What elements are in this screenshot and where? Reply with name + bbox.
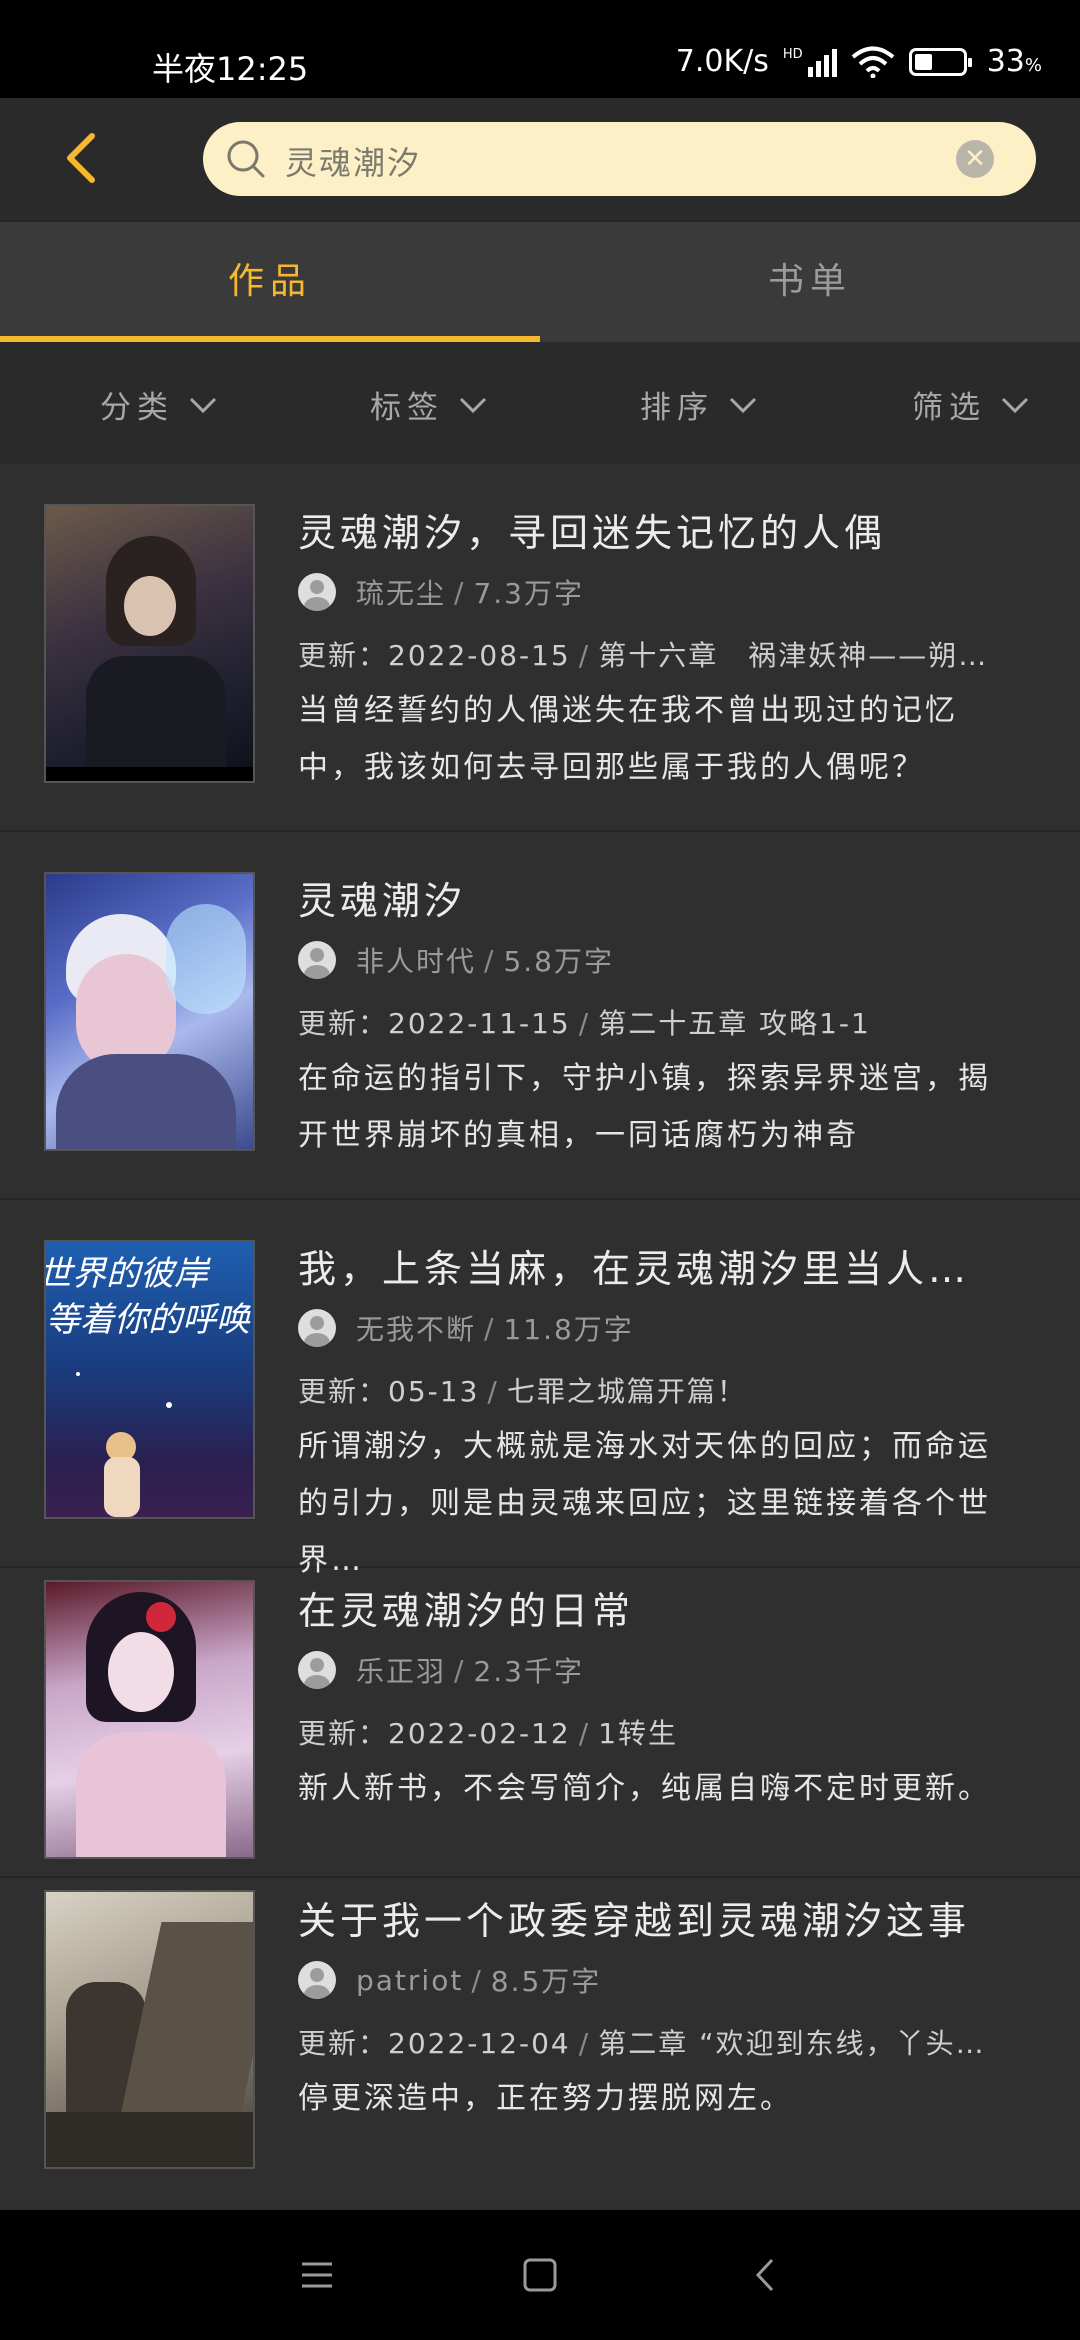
word-count: 11.8万字 (503, 1313, 634, 1346)
author-name[interactable]: 琉无尘 (356, 572, 446, 612)
book-title[interactable]: 在灵魂潮汐的日常 (298, 1580, 634, 1635)
battery-level: 33% (986, 44, 1042, 79)
book-title[interactable]: 关于我一个政委穿越到灵魂潮汐这事 (298, 1890, 970, 1945)
search-input[interactable]: 灵魂潮汐 ✕ (203, 122, 1036, 196)
chevron-down-icon (459, 397, 487, 413)
book-cover (44, 1580, 255, 1859)
filter-sort[interactable]: 排序 (640, 382, 758, 427)
word-count: 5.8万字 (503, 945, 614, 978)
book-cover (44, 1890, 255, 2169)
chevron-down-icon (189, 397, 217, 413)
filter-screen[interactable]: 筛选 (912, 382, 1030, 427)
book-description: 停更深造中，正在努力摆脱网左。 (298, 2081, 793, 2116)
book-description: 所谓潮汐，大概就是海水对天体的回应；而命运的引力，则是由灵魂来回应；这里链接着各… (298, 1429, 991, 1578)
clear-search-icon[interactable]: ✕ (956, 140, 994, 178)
back-nav-icon[interactable] (742, 2250, 792, 2300)
filter-tags-label: 标签 (370, 390, 444, 426)
book-meta: 非人时代/5.8万字 (298, 940, 614, 980)
author-avatar (298, 573, 336, 611)
book-cover (44, 872, 255, 1151)
word-count: 7.3万字 (473, 577, 584, 610)
book-item[interactable]: 世界的彼岸 等着你的呼唤 我，上条当麻，在灵魂潮汐里当人… 无我不断/11.8万… (0, 1200, 1080, 1578)
book-item[interactable]: 关于我一个政委穿越到灵魂潮汐这事 patriot/8.5万字 更新：2022-1… (0, 1878, 1080, 2188)
filter-category-label: 分类 (100, 390, 174, 426)
author-name[interactable]: 无我不断 (356, 1308, 476, 1348)
book-title[interactable]: 我，上条当麻，在灵魂潮汐里当人… (298, 1238, 970, 1293)
author-avatar (298, 1651, 336, 1689)
wifi-icon (851, 46, 894, 78)
book-cover: 世界的彼岸 等着你的呼唤 (44, 1240, 255, 1519)
filter-tags[interactable]: 标签 (370, 382, 488, 427)
system-navigation-bar (0, 2210, 1080, 2340)
chevron-down-icon (729, 397, 757, 413)
author-avatar (298, 1309, 336, 1347)
status-indicators: 7.0K/s HD 33% (676, 44, 1042, 79)
book-item[interactable]: 在灵魂潮汐的日常 乐正羽/2.3千字 更新：2022-02-12/1转生 新人新… (0, 1568, 1080, 1878)
cover-text-line1: 世界的彼岸 (44, 1254, 208, 1294)
author-name[interactable]: 非人时代 (356, 940, 476, 980)
word-count: 2.3千字 (473, 1655, 584, 1688)
book-cover (44, 504, 255, 783)
back-button[interactable] (58, 128, 108, 188)
filter-bar: 分类 标签 排序 筛选 (0, 342, 1080, 464)
book-update: 更新：2022-08-15/第十六章 祸津妖神——朔… (298, 639, 989, 672)
book-update: 更新：2022-12-04/第二章 “欢迎到东线，丫头… (298, 2027, 986, 2060)
author-name[interactable]: patriot (356, 1964, 463, 1997)
tab-works[interactable]: 作品 (0, 222, 540, 342)
word-count: 8.5万字 (490, 1965, 602, 1998)
filter-sort-label: 排序 (640, 390, 714, 426)
book-title[interactable]: 灵魂潮汐 (298, 870, 466, 925)
book-list: 灵魂潮汐，寻回迷失记忆的人偶 琉无尘/7.3万字 更新：2022-08-15/第… (0, 464, 1080, 2188)
tab-booklists[interactable]: 书单 (540, 222, 1080, 342)
signal-icon: HD (783, 47, 837, 77)
hd-label: HD (782, 46, 803, 62)
status-bar: 半夜12:25 7.0K/s HD 33% (0, 0, 1080, 98)
search-header: 灵魂潮汐 ✕ (0, 98, 1080, 220)
book-update: 更新：2022-11-15/第二十五章 攻略1-1 (298, 1007, 871, 1040)
author-avatar (298, 1961, 336, 1999)
book-item[interactable]: 灵魂潮汐 非人时代/5.8万字 更新：2022-11-15/第二十五章 攻略1-… (0, 832, 1080, 1200)
book-description: 当曾经誓约的人偶迷失在我不曾出现过的记忆中，我该如何去寻回那些属于我的人偶呢？ (298, 693, 958, 785)
book-title[interactable]: 灵魂潮汐，寻回迷失记忆的人偶 (298, 502, 886, 557)
book-update: 更新：05-13/七罪之城篇开篇！ (298, 1375, 747, 1408)
network-speed: 7.0K/s (675, 44, 769, 79)
chevron-down-icon (1001, 397, 1029, 413)
cover-text-line2: 等着你的呼唤 (46, 1300, 250, 1340)
book-update: 更新：2022-02-12/1转生 (298, 1717, 679, 1750)
filter-screen-label: 筛选 (912, 390, 986, 426)
author-name[interactable]: 乐正羽 (356, 1650, 446, 1690)
author-avatar (298, 941, 336, 979)
book-meta: 乐正羽/2.3千字 (298, 1650, 584, 1690)
search-query: 灵魂潮汐 (285, 144, 422, 182)
book-meta: patriot/8.5万字 (298, 1960, 601, 2000)
home-icon[interactable] (515, 2250, 565, 2300)
tab-bar: 作品 书单 (0, 220, 1080, 342)
book-meta: 琉无尘/7.3万字 (298, 572, 584, 612)
book-description: 在命运的指引下，守护小镇，探索异界迷宫，揭开世界崩坏的真相，一同话腐朽为神奇 (298, 1061, 991, 1153)
book-description: 新人新书，不会写简介，纯属自嗨不定时更新。 (298, 1771, 991, 1806)
book-item[interactable]: 灵魂潮汐，寻回迷失记忆的人偶 琉无尘/7.3万字 更新：2022-08-15/第… (0, 464, 1080, 832)
filter-category[interactable]: 分类 (100, 382, 218, 427)
battery-icon (908, 47, 972, 76)
search-icon (227, 140, 265, 178)
book-meta: 无我不断/11.8万字 (298, 1308, 634, 1348)
menu-icon[interactable] (292, 2250, 342, 2300)
status-time: 半夜12:25 (152, 50, 309, 88)
